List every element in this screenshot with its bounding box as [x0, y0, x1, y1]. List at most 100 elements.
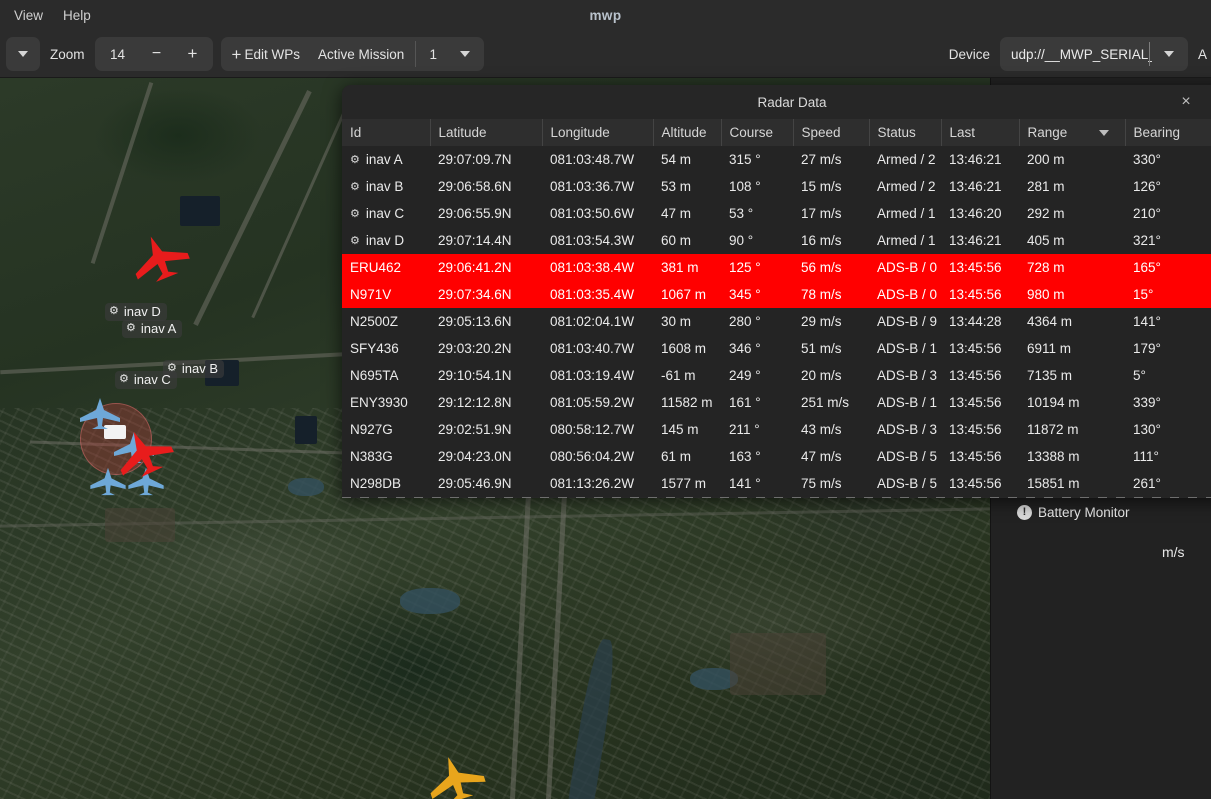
cell-last: 13:46:20: [941, 200, 1019, 227]
map-label-inav-a[interactable]: ⚙ inav A: [122, 320, 183, 338]
close-icon[interactable]: ×: [1176, 92, 1196, 112]
column-header-course[interactable]: Course: [721, 119, 794, 146]
cell-altitude: 53 m: [653, 173, 721, 200]
battery-monitor-row[interactable]: ! Battery Monitor: [1017, 505, 1130, 520]
cell-speed: 75 m/s: [793, 470, 869, 497]
table-row[interactable]: N695TA 29:10:54.1N 081:03:19.4W -61 m 249 ° 2…: [342, 362, 1211, 389]
toolbar-trailing-text[interactable]: A: [1188, 47, 1211, 62]
cell-id: N695TA: [342, 362, 430, 389]
cell-longitude: 081:03:40.7W: [542, 335, 653, 362]
cell-speed: 27 m/s: [793, 146, 869, 173]
radar-data-dialog: Radar Data × Id Latitude Longitude Altit…: [342, 85, 1211, 498]
warning-icon: !: [1017, 505, 1032, 520]
radar-table-body: ⚙ inav A 29:07:09.7N 081:03:48.7W 54 m 315 ° 2…: [342, 146, 1211, 497]
titlebar: View Help mwp: [0, 0, 1211, 31]
sort-descending-icon: [1098, 130, 1109, 136]
cell-id: ERU462: [342, 254, 430, 281]
window-title: mwp: [589, 8, 622, 23]
cell-id: ⚙ inav D: [342, 227, 430, 254]
radar-table: Id Latitude Longitude Altitude Course Sp…: [342, 119, 1211, 497]
column-header-longitude[interactable]: Longitude: [542, 119, 654, 146]
cell-latitude: 29:06:41.2N: [430, 254, 542, 281]
cell-longitude: 081:03:36.7W: [542, 173, 653, 200]
cell-range: 728 m: [1019, 254, 1125, 281]
cell-altitude: 30 m: [653, 308, 721, 335]
map-structure: [295, 416, 317, 444]
cell-bearing: 111°: [1125, 443, 1211, 470]
cell-id-label: N971V: [350, 287, 392, 302]
column-header-id[interactable]: Id: [342, 119, 431, 146]
cell-last: 13:45:56: [941, 443, 1019, 470]
column-header-status[interactable]: Status: [869, 119, 942, 146]
cell-id-label: N927G: [350, 422, 393, 437]
column-header-speed[interactable]: Speed: [793, 119, 870, 146]
cell-altitude: 145 m: [653, 416, 721, 443]
table-row[interactable]: N2500Z 29:05:13.6N 081:02:04.1W 30 m 280 ° 29…: [342, 308, 1211, 335]
cell-status: Armed / 2: [869, 146, 941, 173]
cell-status: ADS-B / 0: [869, 281, 941, 308]
table-row[interactable]: ⚙ inav A 29:07:09.7N 081:03:48.7W 54 m 315 ° 2…: [342, 146, 1211, 173]
cell-bearing: 339°: [1125, 389, 1211, 416]
plus-icon: +: [231, 44, 242, 64]
cell-status: ADS-B / 3: [869, 362, 941, 389]
zoom-group: 14 − +: [94, 37, 213, 71]
table-row[interactable]: ENY3930 29:12:12.8N 081:05:59.2W 11582 m 161…: [342, 389, 1211, 416]
cell-status: Armed / 2: [869, 173, 941, 200]
cell-speed: 51 m/s: [793, 335, 869, 362]
table-row[interactable]: SFY436 29:03:20.2N 081:03:40.7W 1608 m 346 °…: [342, 335, 1211, 362]
table-row[interactable]: N383G 29:04:23.0N 080:56:04.2W 61 m 163 ° 47 …: [342, 443, 1211, 470]
edit-wps-label: Edit WPs: [244, 46, 300, 62]
battery-monitor-label: Battery Monitor: [1038, 505, 1130, 520]
gear-icon: ⚙: [109, 305, 119, 317]
cell-speed: 78 m/s: [793, 281, 869, 308]
cell-id: ENY3930: [342, 389, 430, 416]
column-header-latitude[interactable]: Latitude: [430, 119, 543, 146]
active-mission-value[interactable]: 1: [418, 38, 448, 70]
mission-group: + Edit WPs Active Mission 1: [220, 37, 485, 71]
table-row[interactable]: ⚙ inav B 29:06:58.6N 081:03:36.7W 53 m 108 ° 1…: [342, 173, 1211, 200]
cell-course: 90 °: [721, 227, 793, 254]
map-label-inav-c[interactable]: ⚙ inav C: [115, 371, 177, 389]
edit-wps-button[interactable]: + Edit WPs: [223, 38, 309, 70]
table-row[interactable]: ⚙ inav D 29:07:14.4N 081:03:54.3W 60 m 90 ° 16…: [342, 227, 1211, 254]
overflow-menu-button[interactable]: [8, 38, 38, 70]
device-dropdown-button[interactable]: [1152, 38, 1186, 70]
zoom-in-button[interactable]: +: [175, 38, 211, 70]
cell-range: 11872 m: [1019, 416, 1125, 443]
cell-id: N2500Z: [342, 308, 430, 335]
cell-course: 161 °: [721, 389, 793, 416]
map-label-inav-d[interactable]: ⚙ inav D: [105, 303, 167, 321]
table-row[interactable]: N298DB 29:05:46.9N 081:13:26.2W 1577 m 141 °…: [342, 470, 1211, 497]
cell-range: 200 m: [1019, 146, 1125, 173]
overflow-menu-group[interactable]: [6, 37, 40, 71]
zoom-label: Zoom: [50, 46, 85, 62]
cell-bearing: 15°: [1125, 281, 1211, 308]
chevron-down-icon: [18, 51, 28, 57]
cell-speed: 16 m/s: [793, 227, 869, 254]
cell-last: 13:45:56: [941, 281, 1019, 308]
cell-range: 405 m: [1019, 227, 1125, 254]
cell-latitude: 29:07:34.6N: [430, 281, 542, 308]
cell-altitude: 11582 m: [653, 389, 721, 416]
cell-course: 280 °: [721, 308, 793, 335]
uav-symbol-inav[interactable]: [78, 396, 122, 430]
cell-id: N971V: [342, 281, 430, 308]
zoom-value[interactable]: 14: [97, 38, 139, 70]
column-header-range[interactable]: Range: [1019, 119, 1126, 146]
table-row[interactable]: N927G 29:02:51.9N 080:58:12.7W 145 m 211 ° 43…: [342, 416, 1211, 443]
mwp-application-window: View Help mwp Zoom 14 − + + Edit WPs Act…: [0, 0, 1211, 799]
column-header-bearing[interactable]: Bearing: [1125, 119, 1211, 146]
cell-latitude: 29:06:58.6N: [430, 173, 542, 200]
table-row[interactable]: N971V 29:07:34.6N 081:03:35.4W 1067 m 345 ° 7…: [342, 281, 1211, 308]
device-input[interactable]: udp://__MWP_SERIAL_H: [1001, 38, 1152, 70]
table-row[interactable]: ERU462 29:06:41.2N 081:03:38.4W 381 m 125 ° 5…: [342, 254, 1211, 281]
mission-dropdown-button[interactable]: [448, 38, 482, 70]
column-header-last[interactable]: Last: [941, 119, 1020, 146]
zoom-out-button[interactable]: −: [139, 38, 175, 70]
cell-course: 249 °: [721, 362, 793, 389]
column-header-altitude[interactable]: Altitude: [653, 119, 722, 146]
table-row[interactable]: ⚙ inav C 29:06:55.9N 081:03:50.6W 47 m 53 ° 17…: [342, 200, 1211, 227]
map-field: [730, 633, 826, 695]
map-lake: [288, 478, 324, 496]
cell-altitude: 1067 m: [653, 281, 721, 308]
